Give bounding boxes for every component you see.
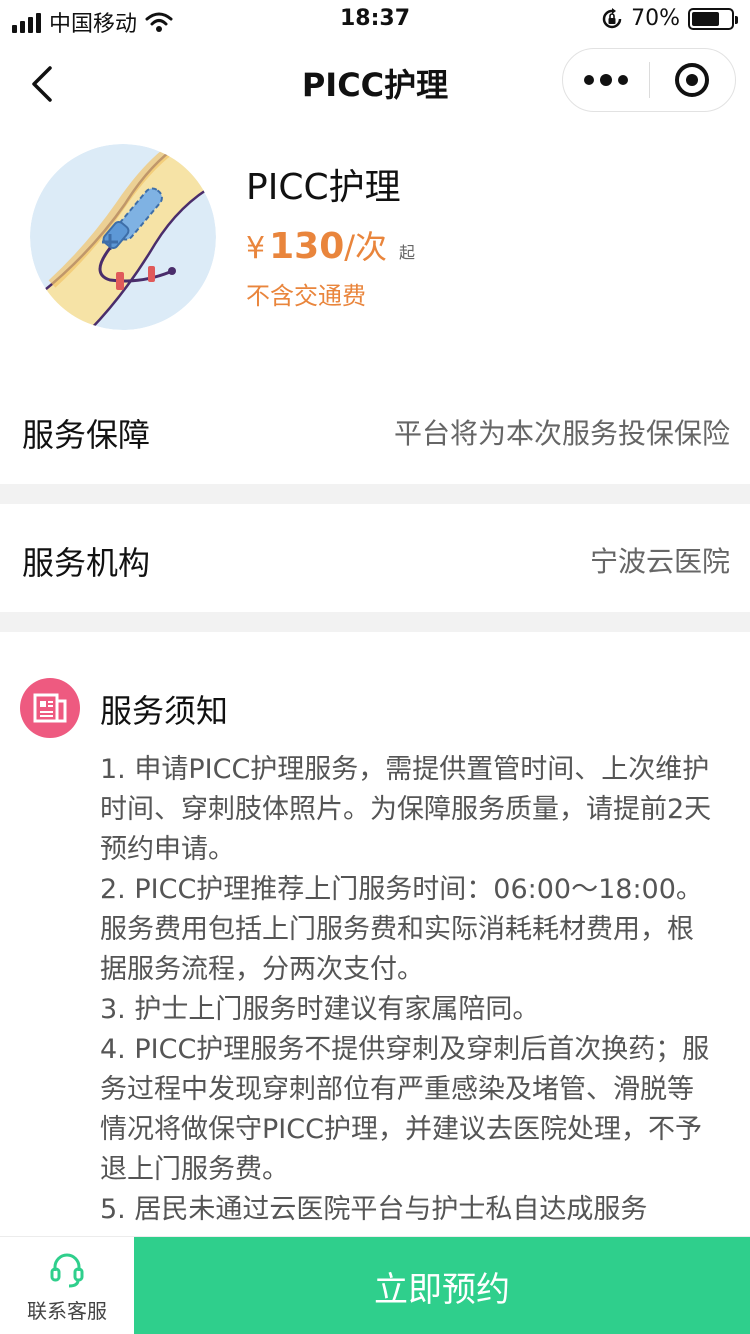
notice-title: 服务须知 xyxy=(100,692,229,730)
product-name: PICC护理 xyxy=(246,167,401,208)
price-from-label: 起 xyxy=(399,243,416,262)
notice-item: 1. 申请PICC护理服务，需提供置管时间、上次维护时间、穿刺肢体照片。为保障服… xyxy=(100,754,712,865)
row-label: 服务保障 xyxy=(22,416,151,454)
notice-item: 3. 护士上门服务时建议有家属陪同。 xyxy=(100,994,540,1025)
picc-arm-illustration xyxy=(30,144,216,330)
battery-percent: 70% xyxy=(631,6,680,31)
service-organization-row[interactable]: 服务机构 宁波云医院 xyxy=(0,504,750,614)
notice-item: 4. PICC护理服务不提供穿刺及穿刺后首次换药；服务过程中发现穿刺部位有严重感… xyxy=(100,1034,710,1185)
notice-body: 1. 申请PICC护理服务，需提供置管时间、上次维护时间、穿刺肢体照片。为保障服… xyxy=(100,750,720,1230)
row-value: 平台将为本次服务投保保险 xyxy=(393,417,730,450)
notice-item: 5. 居民未通过云医院平台与护士私自达成服务 xyxy=(100,1194,648,1225)
customer-service-button[interactable]: 联系客服 xyxy=(0,1237,134,1334)
notice-item: 2. PICC护理推荐上门服务时间：06:00～18:00。服务费用包括上门服务… xyxy=(100,874,703,985)
close-target-icon[interactable] xyxy=(650,49,736,111)
price-currency: ¥ xyxy=(246,231,266,266)
row-value: 宁波云医院 xyxy=(589,545,730,578)
headset-icon xyxy=(50,1253,84,1287)
notice-document-icon xyxy=(20,678,80,738)
status-bar: 中国移动 18:37 70% xyxy=(0,0,750,40)
battery-icon xyxy=(688,7,738,30)
customer-service-label: 联系客服 xyxy=(27,1298,107,1323)
battery-fill xyxy=(692,11,719,26)
price-value: 130 xyxy=(269,226,345,267)
section-divider xyxy=(0,484,750,504)
price-unit: /次 xyxy=(344,228,388,266)
more-dots-icon[interactable] xyxy=(563,49,649,111)
section-divider xyxy=(0,612,750,632)
nav-bar: PICC护理 xyxy=(0,44,750,120)
book-now-button[interactable]: 立即预约 xyxy=(134,1237,750,1334)
price-note: 不含交通费 xyxy=(246,282,366,310)
status-right: 70% xyxy=(601,6,738,31)
service-guarantee-row[interactable]: 服务保障 平台将为本次服务投保保险 xyxy=(0,376,750,486)
bottom-bar: 联系客服 立即预约 xyxy=(0,1236,750,1334)
rotation-lock-icon xyxy=(602,7,622,28)
mini-program-capsule xyxy=(562,48,736,112)
service-notice: 服务须知 1. 申请PICC护理服务，需提供置管时间、上次维护时间、穿刺肢体照片… xyxy=(0,632,750,1236)
product-header: PICC护理 ¥ 130 /次 起 不含交通费 xyxy=(0,130,750,360)
row-label: 服务机构 xyxy=(22,544,151,582)
price-row: ¥ 130 /次 起 xyxy=(246,222,415,268)
